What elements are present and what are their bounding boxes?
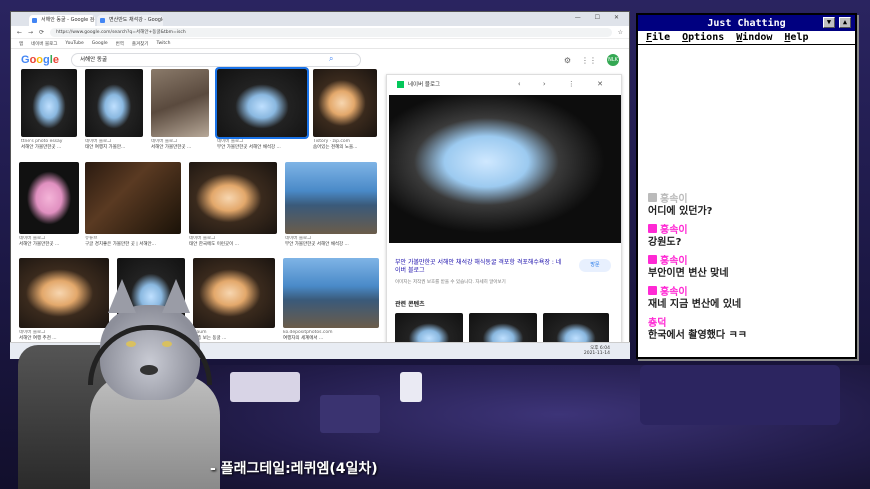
chat-text: 강원도?: [648, 237, 682, 248]
chat-window: Just Chatting ▼ ▲ File Options Window He…: [636, 13, 857, 359]
preview-title[interactable]: 부안 가볼만한곳 서해안 채석강 해식동굴 격포항 격포해수욕장 : 네이버 블…: [395, 259, 565, 275]
search-icon[interactable]: ⌕: [329, 54, 333, 64]
result-caption[interactable]: 네이버 블로그 태안 한국에도 이런곳이 ...: [189, 236, 279, 248]
streamer-avatar: [18, 279, 228, 489]
bookmark-item[interactable]: 번역: [116, 41, 124, 47]
apps-grid-icon[interactable]: ⋮⋮: [581, 56, 597, 65]
address-bar: ← → ⟳ https://www.google.com/search?q=서해…: [11, 26, 629, 39]
maximize-icon[interactable]: ▲: [839, 17, 851, 28]
chat-text: 어디에 있던가?: [648, 206, 713, 217]
chat-message: 춍덕 한국에서 촬영했다 ㅋㅋ: [648, 314, 848, 342]
result-image[interactable]: [85, 69, 143, 137]
related-content-heading: 관련 콘텐츠: [395, 301, 425, 308]
settings-icon[interactable]: ⚙: [564, 56, 571, 65]
result-image[interactable]: [21, 69, 77, 137]
result-caption[interactable]: 네이버 블로그 서해안 가볼만한곳 ...: [19, 236, 81, 248]
chat-username[interactable]: 홍속이: [648, 283, 848, 298]
chat-message: 홍속이 부안이면 변산 맞네: [648, 252, 848, 280]
ear-icon: [108, 279, 136, 313]
avatar[interactable]: NLK: [607, 54, 619, 66]
chat-username[interactable]: 홍속이: [648, 252, 848, 267]
bed-decor: [640, 365, 840, 425]
url-input[interactable]: https://www.google.com/search?q=서해안+동굴&t…: [50, 27, 612, 37]
menu-options[interactable]: Options: [682, 32, 724, 43]
result-caption[interactable]: 네이버 블로그 부안 가볼만한곳 서해안 채석강 ...: [285, 236, 377, 248]
result-caption[interactable]: Tistory · zip.com 숨어있는 천혜의 노을...: [313, 139, 377, 151]
minimize-icon[interactable]: ▼: [823, 17, 835, 28]
visit-button[interactable]: 방문: [579, 259, 611, 272]
result-caption[interactable]: 네이버 블로그 서해안 가볼만한곳 ...: [151, 139, 211, 151]
bookmark-item[interactable]: 즐겨찾기: [132, 41, 149, 47]
chat-username[interactable]: 춍덕: [648, 314, 848, 329]
tab-search-1[interactable]: 서해안 동굴 - Google 검색: [29, 15, 95, 26]
preview-source[interactable]: 네이버 블로그: [408, 80, 440, 88]
sub-badge-icon: [648, 224, 657, 233]
chat-messages: 홍속이 어디에 있던가? 홍속이 강원도? 홍속이 부안이면 변산 맞네 홍속이…: [648, 190, 848, 345]
preview-image[interactable]: [389, 95, 621, 243]
result-image[interactable]: [85, 162, 181, 234]
result-image[interactable]: [151, 69, 209, 137]
result-image[interactable]: [189, 162, 277, 234]
chat-title: Just Chatting: [707, 17, 786, 29]
bookmark-item[interactable]: 네이버 블로그: [31, 41, 57, 47]
header-icons: ⚙ ⋮⋮ NLK: [564, 54, 619, 66]
google-logo[interactable]: Google: [21, 54, 59, 66]
image-preview-panel: 네이버 블로그 ‹ › ⋮ ✕ 부안 가볼만한곳 서해안 채석강 해식동굴 격포…: [386, 74, 622, 358]
menu-help[interactable]: Help: [784, 32, 808, 43]
chat-username[interactable]: 홍속이: [648, 190, 848, 205]
bookmark-item[interactable]: 앱: [19, 41, 23, 47]
google-header: Google 서해안 동굴 ⌕ ⚙ ⋮⋮ NLK: [11, 49, 629, 71]
bookmark-item[interactable]: YouTube: [65, 41, 83, 46]
bookmarks-bar: 앱 네이버 블로그 YouTube Google 번역 즐겨찾기 Twitch: [11, 39, 629, 49]
search-input[interactable]: 서해안 동굴: [71, 53, 361, 67]
forward-icon[interactable]: →: [28, 29, 33, 36]
ear-icon: [162, 279, 190, 313]
result-image[interactable]: [313, 69, 377, 137]
rug-decor: [320, 395, 380, 433]
result-caption[interactable]: ko.depositphotos.com 여행자의 세계에서 ...: [283, 330, 379, 342]
preview-controls-icon[interactable]: ‹ › ⋮ ✕: [518, 80, 613, 88]
taskbar-clock[interactable]: 오후 6:04 2021-11-14: [584, 346, 610, 356]
result-caption[interactable]: 네이버 블로그 부안 가볼만한곳 서해안 채석강 ...: [217, 139, 309, 151]
star-icon[interactable]: ☆: [618, 29, 623, 36]
chat-menu-bar: File Options Window Help: [638, 31, 855, 45]
result-image[interactable]: [283, 258, 379, 328]
naver-icon: [397, 80, 404, 88]
sub-badge-icon: [648, 193, 657, 202]
chat-username[interactable]: 홍속이: [648, 221, 848, 236]
sub-badge-icon: [648, 255, 657, 264]
result-caption[interactable]: 네이버 블로그 태안 여행지 가볼만...: [85, 139, 145, 151]
bookmark-item[interactable]: Twitch: [156, 41, 170, 46]
bookmark-item[interactable]: Google: [92, 41, 108, 46]
game-box-decor: [230, 372, 300, 402]
menu-file[interactable]: File: [646, 32, 670, 43]
chat-message: 홍속이 재네 지금 변산에 있네: [648, 283, 848, 311]
chat-title-bar: Just Chatting ▼ ▲: [638, 15, 855, 31]
back-icon[interactable]: ←: [17, 29, 22, 36]
stream-caption: - 플래그테일:레퀴엠(4일차): [210, 461, 378, 477]
result-caption[interactable]: ttne's photo essay 서해안 가볼만한곳 ...: [21, 139, 81, 151]
tab-bar: 서해안 동굴 - Google 검색 변산반도 채석강 - Google 검색 …: [11, 12, 629, 26]
result-caption[interactable]: 유튜브 구글 경치좋은 가볼만한 곳 | 서해안...: [85, 236, 183, 248]
chat-text: 부안이면 변산 맞네: [648, 268, 729, 279]
sub-badge-icon: [648, 286, 657, 295]
preview-copyright: 이미지는 저작권 보호를 받을 수 있습니다. 자세히 알아보기: [395, 280, 506, 285]
result-image-selected[interactable]: [215, 67, 309, 139]
chat-text: 한국에서 촬영했다 ㅋㅋ: [648, 330, 747, 341]
chat-text: 재네 지금 변산에 있네: [648, 299, 742, 310]
result-image[interactable]: [285, 162, 377, 234]
reload-icon[interactable]: ⟳: [39, 29, 44, 36]
menu-window[interactable]: Window: [736, 32, 772, 43]
chat-message: 홍속이 어디에 있던가?: [648, 190, 848, 218]
cup-decor: [400, 372, 422, 402]
chat-message: 홍속이 강원도?: [648, 221, 848, 249]
window-controls-icon[interactable]: — ☐ ✕: [575, 14, 625, 21]
tab-search-2[interactable]: 변산반도 채석강 - Google 검색: [97, 15, 163, 26]
result-image[interactable]: [19, 162, 79, 234]
